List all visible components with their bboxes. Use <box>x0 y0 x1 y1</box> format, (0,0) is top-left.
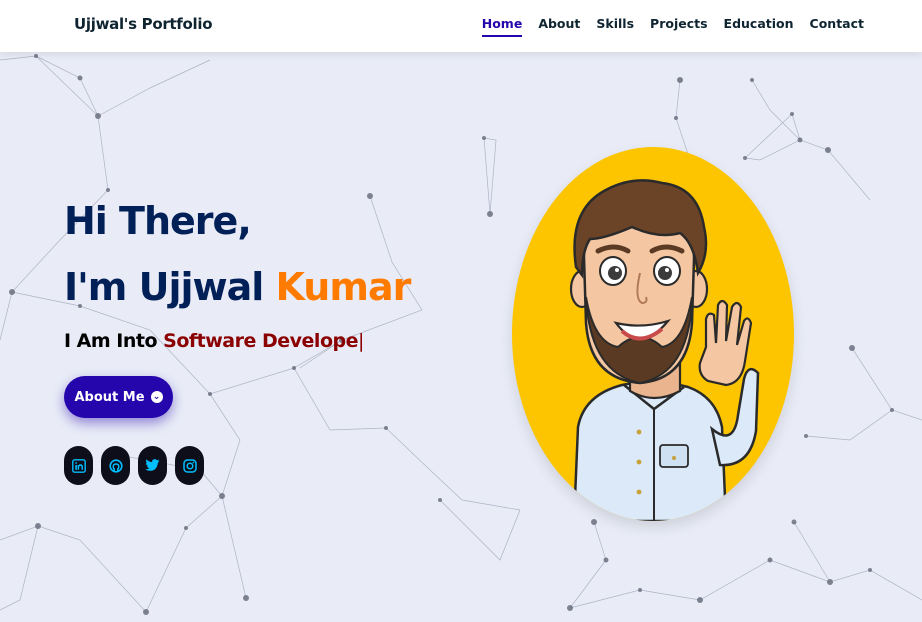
nav-link-projects[interactable]: Projects <box>650 16 708 37</box>
hero-greeting: Hi There, <box>64 199 252 243</box>
cartoon-avatar-illustration <box>569 179 760 521</box>
chevron-circle-down-icon: ⌄ <box>150 391 163 403</box>
instagram-icon <box>182 458 197 473</box>
hero-section: Hi There, I'm Ujjwal Kumar I Am Into Sof… <box>64 188 412 352</box>
twitter-icon <box>145 459 160 471</box>
nav-link-education[interactable]: Education <box>724 16 794 37</box>
about-me-label: About Me <box>74 389 145 405</box>
social-links <box>64 446 204 485</box>
brand-logo[interactable]: Ujjwal's Portfolio <box>74 15 213 33</box>
hero-name-prefix: I'm Ujjwal <box>64 265 264 309</box>
linkedin-button[interactable] <box>64 446 93 485</box>
navbar: Ujjwal's Portfolio Home About Skills Pro… <box>0 0 922 52</box>
typed-text: Software Develope <box>163 330 358 352</box>
hero-name: I'm Ujjwal Kumar <box>64 254 412 320</box>
instagram-button[interactable] <box>175 446 204 485</box>
github-button[interactable] <box>101 446 130 485</box>
avatar-circle <box>512 147 794 521</box>
nav-links: Home About Skills Projects Education Con… <box>481 16 864 37</box>
hero-name-accent: Kumar <box>275 265 412 309</box>
nav-link-home[interactable]: Home <box>481 16 522 37</box>
twitter-button[interactable] <box>138 446 167 485</box>
github-icon <box>108 458 123 473</box>
nav-link-contact[interactable]: Contact <box>810 16 864 37</box>
linkedin-icon <box>71 458 86 473</box>
typing-cursor: | <box>358 330 364 352</box>
about-me-button[interactable]: About Me ⌄ <box>64 376 173 418</box>
nav-link-skills[interactable]: Skills <box>596 16 634 37</box>
avatar-image <box>512 147 794 521</box>
typed-prefix: I Am Into <box>64 330 158 352</box>
typed-line: I Am Into Software Develope| <box>64 330 410 352</box>
nav-link-about[interactable]: About <box>538 16 580 37</box>
